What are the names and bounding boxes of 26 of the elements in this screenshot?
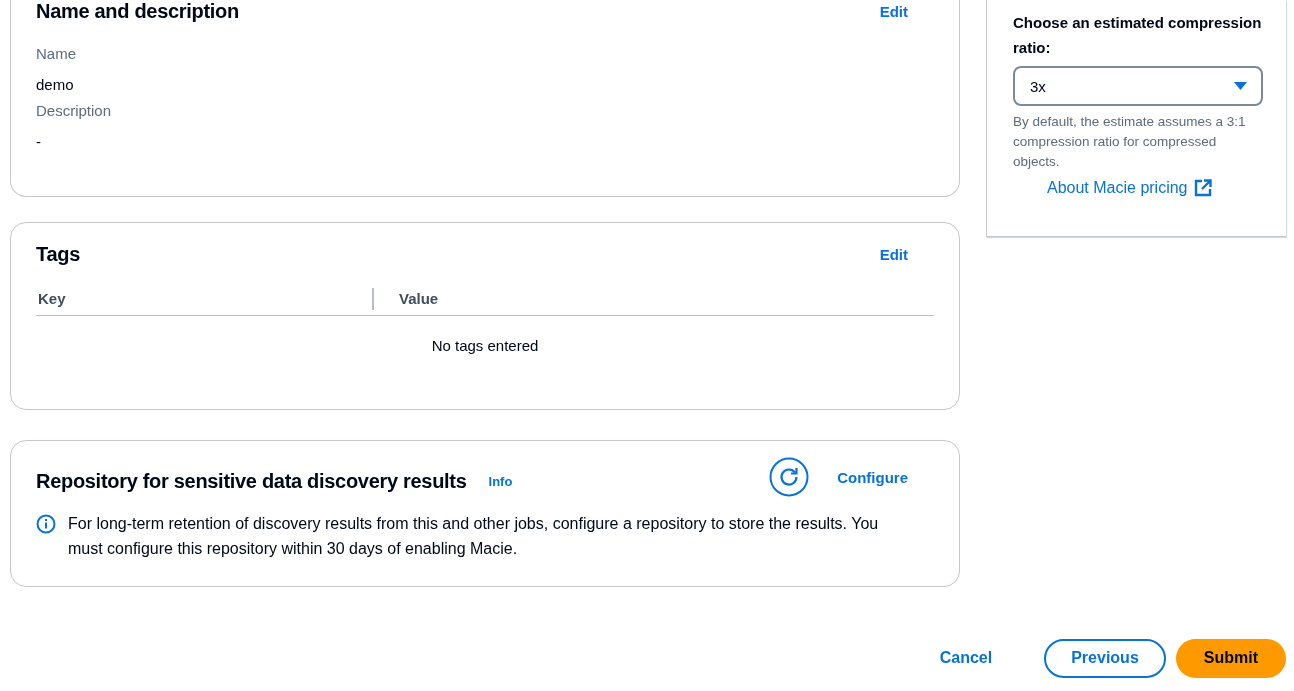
section-title: Repository for sensitive data discovery results	[36, 469, 467, 493]
info-link[interactable]: Info	[488, 473, 513, 489]
field-label: Name	[36, 45, 76, 62]
empty-message: No tags entered	[431, 337, 539, 354]
cancel-button[interactable]: Cancel	[914, 638, 1018, 678]
field-value: demo	[36, 76, 74, 93]
info-icon	[36, 514, 56, 534]
column-header: Value	[372, 287, 934, 310]
info-message: For long-term retention of discovery results from this and other jobs, configure a repository to store the results. You must configure this repository within 30 days of enabling Macie.	[68, 514, 880, 559]
edit-button[interactable]: Edit	[879, 3, 908, 20]
field-value: -	[36, 133, 41, 150]
section-title: Name and description	[36, 0, 239, 23]
caret-icon	[1234, 82, 1247, 90]
pricing-link[interactable]: About Macie pricing	[1047, 179, 1262, 197]
ratio-select[interactable]: 3x	[1013, 66, 1263, 106]
external-link-icon	[1193, 179, 1212, 197]
hint-text: By default, the estimate assumes a 3:1 compression ratio for compressed objects.	[1013, 113, 1247, 171]
select-label: Choose an estimated compression ratio:	[1013, 13, 1262, 58]
refresh-icon[interactable]	[769, 457, 810, 497]
column-header: Key	[37, 290, 67, 307]
section-title: Tags	[36, 243, 80, 266]
submit-button[interactable]: Submit	[1175, 638, 1286, 678]
field-label: Description	[36, 102, 112, 119]
edit-button[interactable]: Edit	[879, 246, 908, 263]
previous-button[interactable]: Previous	[1044, 638, 1166, 678]
configure-button[interactable]: Configure	[837, 468, 908, 486]
